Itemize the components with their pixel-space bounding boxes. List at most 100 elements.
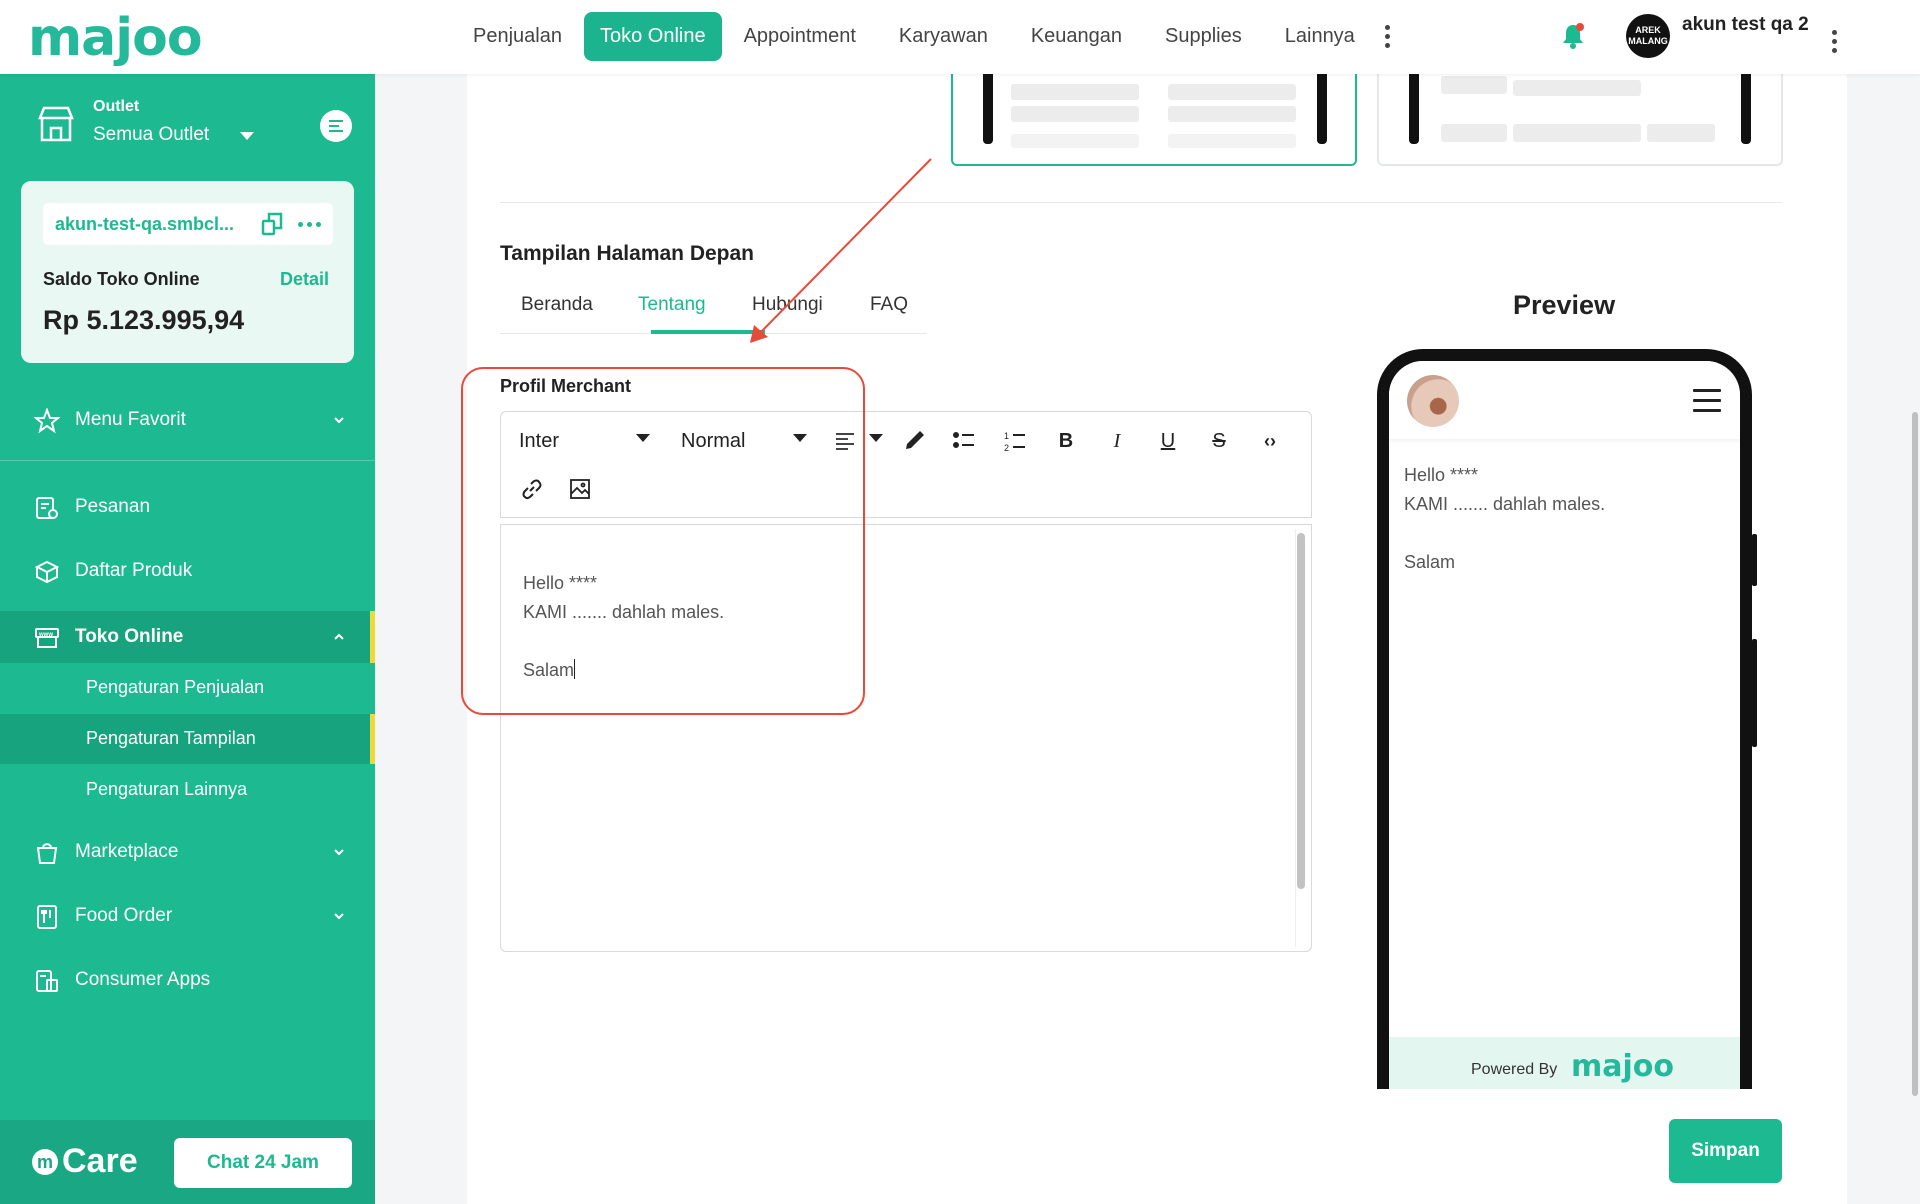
saldo-label: Saldo Toko Online [43,269,200,289]
outlet-caret-icon[interactable] [240,132,254,140]
preview-title: Preview [1513,290,1616,320]
more-options-icon[interactable] [298,222,321,227]
editor-line: Salam [523,659,576,680]
layout-option-grid[interactable] [951,68,1357,166]
tab-faq[interactable]: FAQ [870,294,908,316]
nav-more-icon[interactable] [1377,17,1398,56]
nav-supplies[interactable]: Supplies [1144,12,1263,61]
rich-text-editor[interactable]: Hello **** KAMI ....... dahlah males. Sa… [500,524,1312,952]
sidebar-item-pesanan[interactable]: Pesanan [0,481,375,533]
preview-footer: Powered By majoo [1389,1037,1740,1089]
align-icon[interactable] [832,428,858,454]
sidebar-item-toko-online[interactable]: www Toko Online [0,611,375,663]
nav-appointment[interactable]: Appointment [723,12,877,61]
save-button[interactable]: Simpan [1669,1119,1782,1183]
nav-keuangan[interactable]: Keuangan [1010,12,1143,61]
nav-penjualan[interactable]: Penjualan [452,12,583,61]
caret-down-icon[interactable] [869,434,883,442]
numbered-list-icon[interactable]: 12 [1002,428,1028,454]
bold-icon[interactable]: B [1053,428,1079,454]
phone-side-button [1752,639,1757,747]
font-family-select[interactable]: Inter [519,430,559,453]
powered-by-label: Powered By [1471,1061,1558,1078]
box-icon [34,560,60,584]
nav-karyawan[interactable]: Karyawan [878,12,1009,61]
svg-text:2: 2 [1004,443,1009,453]
code-icon[interactable]: ‹› [1257,428,1283,454]
star-icon [34,408,60,434]
online-store-icon: www [35,628,59,648]
svg-text:1: 1 [1004,431,1009,441]
top-bar: majoo Penjualan Toko Online Appointment … [0,0,1920,74]
section-title: Tampilan Halaman Depan [500,242,755,265]
sidebar-item-marketplace[interactable]: Marketplace [0,826,375,878]
sidebar-item-label: Pengaturan Lainnya [86,779,248,799]
sidebar-item-pengaturan-tampilan[interactable]: Pengaturan Tampilan [0,714,375,764]
preview-line: KAMI ....... dahlah males. [1404,494,1606,514]
food-menu-icon [37,905,57,929]
majoo-logo[interactable]: majoo [28,8,203,68]
phone-screen: Hello **** KAMI ....... dahlah males. Sa… [1389,361,1740,1089]
text-color-icon[interactable] [901,428,927,454]
active-tab-indicator [651,330,765,334]
page-scrollbar[interactable] [1912,412,1918,1096]
store-url[interactable]: akun-test-qa.smbcl... [55,214,234,235]
tab-beranda[interactable]: Beranda [521,294,593,316]
notification-bell-icon[interactable] [1560,22,1586,50]
italic-icon[interactable]: I [1104,428,1130,454]
layout-option-list[interactable] [1377,68,1783,166]
link-icon[interactable] [519,476,545,502]
sidebar-collapse-button[interactable] [320,110,352,142]
editor-scroll-thumb[interactable] [1297,533,1305,889]
font-size-select[interactable]: Normal [681,430,745,453]
chevron-down-icon [334,913,344,920]
tab-tentang[interactable]: Tentang [638,294,706,316]
editor-line: Hello **** [523,573,598,593]
image-icon[interactable] [567,476,593,502]
sidebar-item-label: Menu Favorit [75,409,186,430]
nav-toko-online[interactable]: Toko Online [583,12,722,61]
user-menu-icon[interactable] [1824,22,1845,61]
sidebar-item-label: Daftar Produk [75,560,193,581]
tab-hubungi[interactable]: Hubungi [752,294,823,316]
copy-icon[interactable] [261,212,283,236]
outlet-label: Outlet [93,98,140,115]
outlet-select[interactable]: Semua Outlet [93,124,209,146]
chevron-up-icon [334,633,344,640]
sidebar-item-daftar-produk[interactable]: Daftar Produk [0,545,375,597]
editor-content[interactable]: Hello **** KAMI ....... dahlah males. Sa… [523,569,724,685]
saldo-detail-link[interactable]: Detail [280,269,329,290]
user-name[interactable]: akun test qa 2 [1682,14,1812,35]
saldo-card: akun-test-qa.smbcl... Saldo Toko Online … [21,181,354,363]
majoo-logo: majoo [1571,1049,1675,1084]
nav-lainnya[interactable]: Lainnya [1264,12,1376,61]
underline-icon[interactable]: U [1155,428,1181,454]
sidebar-item-pengaturan-lainnya[interactable]: Pengaturan Lainnya [0,765,375,815]
chevron-down-icon [334,417,344,424]
sidebar-item-label: Pengaturan Tampilan [86,728,256,748]
caret-down-icon[interactable] [793,434,807,442]
sidebar-item-menu-favorit[interactable]: Menu Favorit [0,394,375,446]
sidebar-item-label: Pengaturan Penjualan [86,677,265,697]
preview-line: Hello **** [1404,465,1479,485]
chat-24-jam-button[interactable]: Chat 24 Jam [174,1138,352,1188]
chevron-down-icon [334,849,344,856]
sidebar-item-label: Pesanan [75,496,151,517]
phone-preview: Hello **** KAMI ....... dahlah males. Sa… [1377,349,1752,1089]
user-avatar[interactable]: AREK MALANG [1626,14,1670,58]
sidebar-item-consumer-apps[interactable]: Consumer Apps [0,954,375,1006]
strikethrough-icon[interactable]: S [1206,428,1232,454]
sidebar-item-food-order[interactable]: Food Order [0,890,375,942]
marketplace-icon [36,843,58,864]
caret-down-icon[interactable] [636,434,650,442]
merchant-avatar [1407,375,1459,427]
care-logo: m Care [32,1142,138,1181]
bullet-list-icon[interactable] [951,428,977,454]
care-bar: m Care Chat 24 Jam [0,1120,375,1204]
sidebar-item-pengaturan-penjualan[interactable]: Pengaturan Penjualan [0,663,375,713]
field-label: Profil Merchant [500,376,632,396]
sidebar-item-label: Consumer Apps [75,969,211,990]
hamburger-menu-icon [1693,389,1721,419]
preview-content: Hello **** KAMI ....... dahlah males. Sa… [1404,461,1605,577]
saldo-amount: Rp 5.123.995,94 [43,305,245,335]
